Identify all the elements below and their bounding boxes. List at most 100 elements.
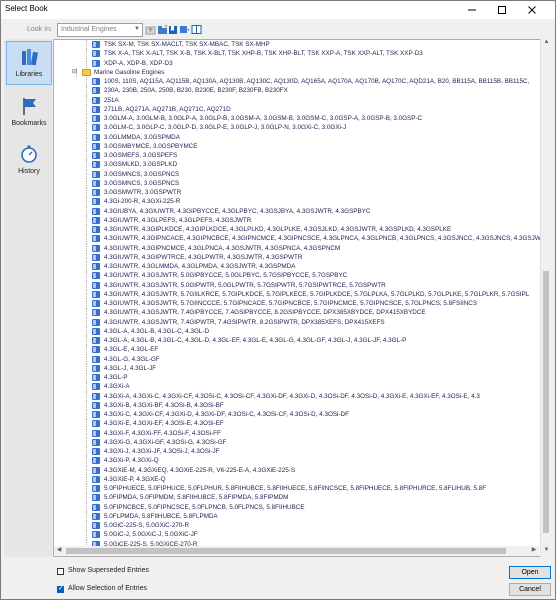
tree-book-row[interactable]: 3.0GSMNCS, 3.0GSPNCS xyxy=(54,178,540,188)
tree-book-row[interactable]: 4.3GIUWTR, 4.3GSJWTR, 5.7GIILKRCE, 5.7GI… xyxy=(54,289,540,299)
tree-folder-row[interactable]: ⊟ Marine Gasoline Engines xyxy=(54,67,540,77)
tree-book-row[interactable]: 5.0FIPNCBCE, 5.0FIPNCSCE, 5.0FLPNCB, 5.0… xyxy=(54,502,540,512)
view-menu-button[interactable] xyxy=(179,23,190,35)
vertical-scroll-thumb[interactable] xyxy=(543,271,549,533)
tree-item-label: 4.3GXi-A, 4.3GXi-C, 4.3GXi-CF, 4.3OSi-C,… xyxy=(104,392,480,400)
tree-item-label: 5.0GiC-J, 5.0GXiC-J, 5.0GXiC-JF xyxy=(104,531,198,539)
horizontal-scrollbar[interactable]: ◀ ▶ xyxy=(54,546,539,556)
tree-book-row[interactable]: XDP-A, XDP-B, XDP-D3 xyxy=(54,58,540,68)
tree-guide-line xyxy=(86,456,87,466)
tree-book-row[interactable]: 4.3GIUWTR, 4.3GSJWTR, 5.0GIPBYCCE, 5.0GL… xyxy=(54,271,540,281)
book-icon xyxy=(92,263,100,270)
sidebar-item-libraries[interactable]: Libraries xyxy=(6,41,52,85)
tree-book-row[interactable]: TSK SX-M, TSK SX-MACLT, TSK SX-MBAC, TSK… xyxy=(54,40,540,50)
tree-book-row[interactable]: 3.0GSMEFS, 3.0GSPEFS xyxy=(54,151,540,161)
tree-book-row[interactable]: 4.3GXi-A xyxy=(54,382,540,392)
tree-book-row[interactable]: 251A xyxy=(54,95,540,105)
tree-book-row[interactable]: 4.3GL-P xyxy=(54,373,540,383)
allow-selection-label: Allow Selection of Entries xyxy=(68,585,147,592)
tree-book-row[interactable]: 3.0GLM-C, 3.0GLP-C, 3.0GLP-D, 3.0GLP-E, … xyxy=(54,123,540,133)
tree-guide-line xyxy=(86,188,87,198)
tree-book-row[interactable]: 5.0FIPHUECE, 5.0FIPHUCE, 5.0FLPHUR, 5.8F… xyxy=(54,484,540,494)
scroll-down-icon[interactable]: ▼ xyxy=(541,547,552,557)
show-superseded-checkbox[interactable]: Show Superseded Entries xyxy=(57,567,177,577)
tree-book-row[interactable]: 4.3GIUWTR, 4.3GLMMDA, 4.3GLPMDA, 4.3GSJW… xyxy=(54,262,540,272)
minimize-button[interactable] xyxy=(457,1,487,19)
horizontal-scroll-thumb[interactable] xyxy=(66,548,506,554)
tree-book-row[interactable]: 4.3GXi-J, 4.3GXi-JF, 4.3OSi-J, 4.3OSi-JF xyxy=(54,447,540,457)
tree-book-row[interactable]: 4.3GXi-F, 4.3GXi-FF, 4.3OSi-F, 4.3OSi-FF xyxy=(54,428,540,438)
tree-book-row[interactable]: 4.3GXi-G, 4.3GXi-GF, 4.3OSi-G, 4.3OSi-GF xyxy=(54,437,540,447)
tree-book-row[interactable]: TSK X-A, TSK X-ALT, TSK X-B, TSK X-BLT, … xyxy=(54,49,540,59)
maximize-icon xyxy=(498,6,506,14)
vertical-scrollbar[interactable]: ▲ ▼ xyxy=(540,39,551,557)
book-tree[interactable]: TSK SX-M, TSK SX-MACLT, TSK SX-MBAC, TSK… xyxy=(53,39,551,557)
tree-book-row[interactable]: 4.3GXiE-P, 4.3GXE-Q xyxy=(54,474,540,484)
new-folder-button[interactable] xyxy=(157,23,168,35)
tree-book-row[interactable]: 4.3GIUWTR, 4.3GIPWTRCE, 4.3GLPWTR, 4.3GS… xyxy=(54,252,540,262)
tree-book-row[interactable]: 271LB, AQ271A, AQ271B, AQ271C, AQ271D xyxy=(54,104,540,114)
scroll-up-icon[interactable]: ▲ xyxy=(541,39,552,49)
tree-book-row[interactable]: 3.0GLM-A, 3.0GLM-B, 3.0GLP-A, 3.0GLP-B, … xyxy=(54,114,540,124)
tree-book-row[interactable]: 4.3GL-G, 4.3GL-GF xyxy=(54,354,540,364)
tree-book-row[interactable]: 4.3GIUWTR, 4.3GSJWTR, 7.4GIPBYCCE, 7.4GS… xyxy=(54,308,540,318)
checkbox-box[interactable] xyxy=(57,568,64,575)
tree-book-row[interactable]: 3.0GSMBYMCE, 3.0GSPBYMCE xyxy=(54,141,540,151)
tree-book-row[interactable]: 4.3GXi-E, 4.3GXi-EF, 4.3OSi-E, 4.3OSi-EF xyxy=(54,419,540,429)
bookmark-add-button[interactable] xyxy=(168,23,179,35)
close-button[interactable] xyxy=(517,1,547,19)
tree-book-row[interactable]: 4.3GXi-B, 4.3GXi-BF, 4.3OSi-B, 4.3OSi-BF xyxy=(54,400,540,410)
tree-item-label: 4.3GXi-F, 4.3GXi-FF, 4.3OSi-F, 4.3OSi-FF xyxy=(104,429,221,437)
tree-book-row[interactable]: 4.3GIUBYA, 4.3GIUWTR, 4.3GIPBYCCE, 4.3GL… xyxy=(54,206,540,216)
tree-book-row[interactable]: 100S, 110S, AQ115A, AQ115B, AQ130A, AQ13… xyxy=(54,77,540,87)
close-icon xyxy=(528,6,536,14)
tree-book-row[interactable]: 5.0FIPMDA, 5.0FIPMDM, 5.8FIIHUBCE, 5.8FI… xyxy=(54,493,540,503)
tree-book-row[interactable]: 3.0GSMNCS, 3.0GSPNCS xyxy=(54,169,540,179)
book-icon xyxy=(92,105,100,113)
tree-guide-line xyxy=(86,178,87,188)
book-icon xyxy=(92,170,100,178)
tree-book-row[interactable]: 3.0GSMLKD, 3.0GSPLKD xyxy=(54,160,540,170)
tree-book-row[interactable]: 4.3GXi-P, 4.3GXi-Q xyxy=(54,456,540,466)
tree-book-row[interactable]: 3.0GSMWTR, 3.0GSPWTR xyxy=(54,188,540,198)
tree-book-row[interactable]: 5.0GiC-225-S, 5.0GXiC-270-R xyxy=(54,521,540,531)
tree-book-row[interactable]: 4.3GIUWTR, 4.3GLPEFS, 4.3GLPEFS, 4.3GSJW… xyxy=(54,215,540,225)
tree-book-row[interactable]: 4.3GIUWTR, 4.3GIPNCMCE, 4.3GLPNCA, 4.3GS… xyxy=(54,243,540,253)
tree-book-row[interactable]: 4.3Gi-200-R, 4.3GXi-225-R xyxy=(54,197,540,207)
tree-book-row[interactable]: 5.0FLPMDA, 5.8FIIHUBCE, 5.8FLPMDA xyxy=(54,511,540,521)
tree-book-row[interactable]: 4.3GIUWTR, 4.3GSJWTR, 7.4GIPWTR, 7.4GSIP… xyxy=(54,317,540,327)
tree-item-label: 4.3GIUWTR, 4.3GSJWTR, 5.0GIPBYCCE, 5.0GL… xyxy=(104,272,348,280)
scroll-left-icon[interactable]: ◀ xyxy=(54,546,64,556)
tree-book-row[interactable]: 4.3GIUWTR, 4.3GSJWTR, 5.0GIPWTR, 5.0GLPW… xyxy=(54,280,540,290)
tree-item-label: 4.3GL-J, 4.3GL-JF xyxy=(104,364,157,372)
scroll-right-icon[interactable]: ▶ xyxy=(529,546,539,556)
tree-book-row[interactable]: 4.3GXi-C, 4.3GXi-CF, 4.3GXi-D, 4.3GXi-DF… xyxy=(54,410,540,420)
tree-book-row[interactable]: 4.3GL-E, 4.3GL-EF xyxy=(54,345,540,355)
sidebar-item-history[interactable]: History xyxy=(6,139,52,183)
look-in-dropdown[interactable]: Industrial Engines ▼ xyxy=(57,23,143,37)
sidebar-item-bookmarks[interactable]: Bookmarks xyxy=(6,91,52,135)
tree-book-row[interactable]: 4.3GL-A, 4.3GL-B, 4.3GL-C, 4.3GL-D, 4.3G… xyxy=(54,336,540,346)
checkbox-box-checked[interactable] xyxy=(57,584,64,593)
maximize-button[interactable] xyxy=(487,1,517,19)
tree-book-row[interactable]: 3.0GLMMDA, 3.0GSPMDA xyxy=(54,132,540,142)
tree-book-row[interactable]: 4.3GXiE-M, 4.3GXiEQ, 4.3GXiE-225-R, V6-2… xyxy=(54,465,540,475)
tree-book-row[interactable]: 4.3GL-J, 4.3GL-JF xyxy=(54,363,540,373)
tree-book-row[interactable]: 5.0GiC-J, 5.0GXiC-J, 5.0GXiC-JF xyxy=(54,530,540,540)
open-button[interactable]: Open xyxy=(509,566,551,579)
allow-selection-checkbox[interactable]: Allow Selection of Entries xyxy=(57,584,177,595)
tree-guide-line xyxy=(86,95,87,105)
tree-book-row[interactable]: 4.3GIUWTR, 4.3GIPNCACE, 4.3GIPNCBCE, 4.3… xyxy=(54,234,540,244)
tree-item-label: 4.3GXi-C, 4.3GXi-CF, 4.3GXi-D, 4.3GXi-DF… xyxy=(104,411,349,418)
book-icon xyxy=(92,281,100,289)
tree-book-row[interactable]: 4.3GIUWTR, 4.3GIPLKDCE, 4.3GIPLKDCE, 4.3… xyxy=(54,225,540,235)
tree-item-label: 4.3GIUWTR, 4.3GSJWTR, 7.4GIPBYCCE, 7.4GS… xyxy=(104,309,426,317)
up-folder-button[interactable] xyxy=(145,23,156,35)
tree-book-row[interactable]: 4.3GIUWTR, 4.3GSJWTR, 5.7GIINCCCE, 5.7GI… xyxy=(54,299,540,309)
layout-toggle-button[interactable] xyxy=(191,23,202,35)
cancel-button[interactable]: Cancel xyxy=(509,583,551,596)
tree-book-row[interactable]: 4.3GXi-A, 4.3GXi-C, 4.3GXi-CF, 4.3OSi-C,… xyxy=(54,391,540,401)
tree-book-row[interactable]: 4.3GL-A, 4.3GL-B, 4.3GL-C, 4.3GL-D xyxy=(54,326,540,336)
tree-book-row[interactable]: 230A, 230B, 250A, 250B, B230, B230E, B23… xyxy=(54,86,540,96)
tree-collapse-icon[interactable]: ⊟ xyxy=(72,68,80,77)
